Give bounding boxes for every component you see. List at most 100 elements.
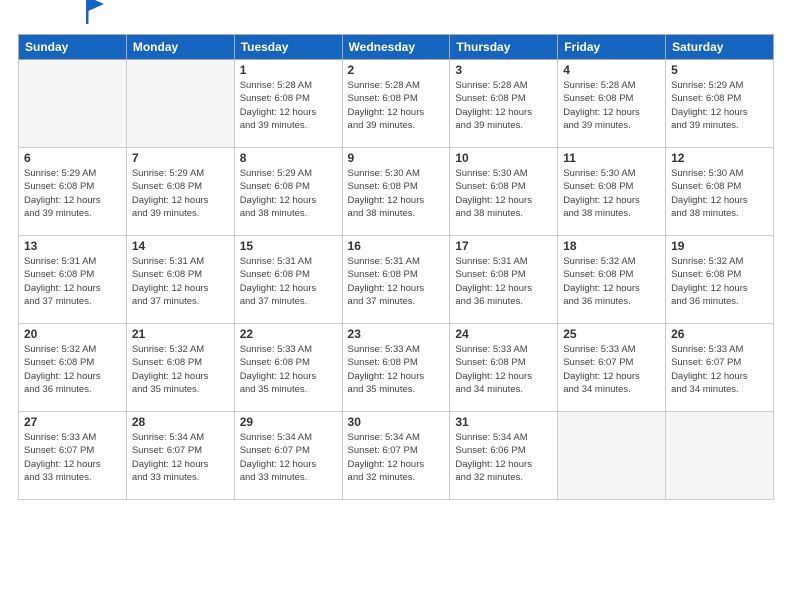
day-detail: Sunrise: 5:28 AMSunset: 6:08 PMDaylight:… <box>240 79 337 132</box>
calendar-cell: 7 Sunrise: 5:29 AMSunset: 6:08 PMDaylight… <box>126 148 234 236</box>
day-detail: Sunrise: 5:34 AMSunset: 6:06 PMDaylight:… <box>455 431 552 484</box>
weekday-header-friday: Friday <box>558 35 666 60</box>
day-number: 19 <box>671 239 768 253</box>
day-number: 3 <box>455 63 552 77</box>
calendar-cell: 1 Sunrise: 5:28 AMSunset: 6:08 PMDaylight… <box>234 60 342 148</box>
day-number: 14 <box>132 239 229 253</box>
day-detail: Sunrise: 5:33 AMSunset: 6:07 PMDaylight:… <box>671 343 768 396</box>
day-detail: Sunrise: 5:34 AMSunset: 6:07 PMDaylight:… <box>240 431 337 484</box>
day-detail: Sunrise: 5:28 AMSunset: 6:08 PMDaylight:… <box>563 79 660 132</box>
day-detail: Sunrise: 5:29 AMSunset: 6:08 PMDaylight:… <box>132 167 229 220</box>
calendar-table: SundayMondayTuesdayWednesdayThursdayFrid… <box>18 34 774 500</box>
day-detail: Sunrise: 5:32 AMSunset: 6:08 PMDaylight:… <box>132 343 229 396</box>
calendar-cell: 2 Sunrise: 5:28 AMSunset: 6:08 PMDaylight… <box>342 60 450 148</box>
calendar-week-1: 1 Sunrise: 5:28 AMSunset: 6:08 PMDaylight… <box>19 60 774 148</box>
day-detail: Sunrise: 5:30 AMSunset: 6:08 PMDaylight:… <box>455 167 552 220</box>
calendar-cell: 21 Sunrise: 5:32 AMSunset: 6:08 PMDayligh… <box>126 324 234 412</box>
calendar-cell: 15 Sunrise: 5:31 AMSunset: 6:08 PMDayligh… <box>234 236 342 324</box>
calendar-cell: 31 Sunrise: 5:34 AMSunset: 6:06 PMDayligh… <box>450 412 558 500</box>
calendar-week-3: 13Sunrise: 5:31 AMSunset: 6:08 PMDayligh… <box>19 236 774 324</box>
calendar-cell: 23 Sunrise: 5:33 AMSunset: 6:08 PMDayligh… <box>342 324 450 412</box>
day-number: 28 <box>132 415 229 429</box>
day-detail: Sunrise: 5:32 AMSunset: 6:08 PMDaylight:… <box>24 343 121 396</box>
day-number: 1 <box>240 63 337 77</box>
weekday-header-row: SundayMondayTuesdayWednesdayThursdayFrid… <box>19 35 774 60</box>
page: SundayMondayTuesdayWednesdayThursdayFrid… <box>0 0 792 612</box>
day-detail: Sunrise: 5:33 AMSunset: 6:07 PMDaylight:… <box>24 431 121 484</box>
day-detail: Sunrise: 5:34 AMSunset: 6:07 PMDaylight:… <box>132 431 229 484</box>
logo-icon <box>86 0 106 24</box>
day-detail: Sunrise: 5:33 AMSunset: 6:08 PMDaylight:… <box>455 343 552 396</box>
calendar-cell: 28 Sunrise: 5:34 AMSunset: 6:07 PMDayligh… <box>126 412 234 500</box>
calendar-cell: 4Sunrise: 5:28 AMSunset: 6:08 PMDaylight… <box>558 60 666 148</box>
calendar-week-4: 20 Sunrise: 5:32 AMSunset: 6:08 PMDayligh… <box>19 324 774 412</box>
day-number: 22 <box>240 327 337 341</box>
calendar-cell: 26 Sunrise: 5:33 AMSunset: 6:07 PMDayligh… <box>666 324 774 412</box>
day-number: 12 <box>671 151 768 165</box>
weekday-header-wednesday: Wednesday <box>342 35 450 60</box>
day-number: 17 <box>455 239 552 253</box>
calendar-cell: 22Sunrise: 5:33 AMSunset: 6:08 PMDayligh… <box>234 324 342 412</box>
day-detail: Sunrise: 5:32 AMSunset: 6:08 PMDaylight:… <box>671 255 768 308</box>
day-number: 5 <box>671 63 768 77</box>
day-number: 6 <box>24 151 121 165</box>
day-number: 27 <box>24 415 121 429</box>
day-number: 7 <box>132 151 229 165</box>
calendar-cell: 12Sunrise: 5:30 AMSunset: 6:08 PMDayligh… <box>666 148 774 236</box>
day-detail: Sunrise: 5:30 AMSunset: 6:08 PMDaylight:… <box>563 167 660 220</box>
day-number: 18 <box>563 239 660 253</box>
day-number: 29 <box>240 415 337 429</box>
calendar-cell <box>558 412 666 500</box>
calendar-cell: 16 Sunrise: 5:31 AMSunset: 6:08 PMDayligh… <box>342 236 450 324</box>
weekday-header-thursday: Thursday <box>450 35 558 60</box>
calendar-cell: 6 Sunrise: 5:29 AMSunset: 6:08 PMDaylight… <box>19 148 127 236</box>
day-detail: Sunrise: 5:31 AMSunset: 6:08 PMDaylight:… <box>455 255 552 308</box>
day-number: 31 <box>455 415 552 429</box>
header <box>18 18 774 24</box>
day-detail: Sunrise: 5:34 AMSunset: 6:07 PMDaylight:… <box>348 431 445 484</box>
day-number: 9 <box>348 151 445 165</box>
day-number: 11 <box>563 151 660 165</box>
day-detail: Sunrise: 5:30 AMSunset: 6:08 PMDaylight:… <box>348 167 445 220</box>
day-number: 26 <box>671 327 768 341</box>
day-detail: Sunrise: 5:31 AMSunset: 6:08 PMDaylight:… <box>348 255 445 308</box>
calendar-cell: 30 Sunrise: 5:34 AMSunset: 6:07 PMDayligh… <box>342 412 450 500</box>
day-number: 8 <box>240 151 337 165</box>
calendar-cell: 9 Sunrise: 5:30 AMSunset: 6:08 PMDaylight… <box>342 148 450 236</box>
day-number: 20 <box>24 327 121 341</box>
calendar-cell: 8 Sunrise: 5:29 AMSunset: 6:08 PMDaylight… <box>234 148 342 236</box>
day-number: 30 <box>348 415 445 429</box>
day-detail: Sunrise: 5:31 AMSunset: 6:08 PMDaylight:… <box>132 255 229 308</box>
calendar-cell: 27 Sunrise: 5:33 AMSunset: 6:07 PMDayligh… <box>19 412 127 500</box>
logo <box>18 18 106 24</box>
calendar-week-5: 27 Sunrise: 5:33 AMSunset: 6:07 PMDayligh… <box>19 412 774 500</box>
day-number: 10 <box>455 151 552 165</box>
calendar-cell <box>19 60 127 148</box>
day-number: 15 <box>240 239 337 253</box>
calendar-cell: 17 Sunrise: 5:31 AMSunset: 6:08 PMDayligh… <box>450 236 558 324</box>
day-detail: Sunrise: 5:33 AMSunset: 6:07 PMDaylight:… <box>563 343 660 396</box>
calendar-cell: 25 Sunrise: 5:33 AMSunset: 6:07 PMDayligh… <box>558 324 666 412</box>
day-detail: Sunrise: 5:31 AMSunset: 6:08 PMDaylight:… <box>24 255 121 308</box>
day-detail: Sunrise: 5:33 AMSunset: 6:08 PMDaylight:… <box>348 343 445 396</box>
weekday-header-tuesday: Tuesday <box>234 35 342 60</box>
day-number: 25 <box>563 327 660 341</box>
day-number: 21 <box>132 327 229 341</box>
day-detail: Sunrise: 5:28 AMSunset: 6:08 PMDaylight:… <box>455 79 552 132</box>
calendar-cell: 14 Sunrise: 5:31 AMSunset: 6:08 PMDayligh… <box>126 236 234 324</box>
calendar-cell: 24Sunrise: 5:33 AMSunset: 6:08 PMDayligh… <box>450 324 558 412</box>
calendar-cell: 10 Sunrise: 5:30 AMSunset: 6:08 PMDayligh… <box>450 148 558 236</box>
day-detail: Sunrise: 5:31 AMSunset: 6:08 PMDaylight:… <box>240 255 337 308</box>
day-number: 2 <box>348 63 445 77</box>
day-detail: Sunrise: 5:29 AMSunset: 6:08 PMDaylight:… <box>24 167 121 220</box>
calendar-cell <box>126 60 234 148</box>
calendar-cell: 3 Sunrise: 5:28 AMSunset: 6:08 PMDaylight… <box>450 60 558 148</box>
calendar-cell: 5Sunrise: 5:29 AMSunset: 6:08 PMDaylight… <box>666 60 774 148</box>
day-detail: Sunrise: 5:28 AMSunset: 6:08 PMDaylight:… <box>348 79 445 132</box>
day-number: 23 <box>348 327 445 341</box>
calendar-cell: 20 Sunrise: 5:32 AMSunset: 6:08 PMDayligh… <box>19 324 127 412</box>
day-number: 16 <box>348 239 445 253</box>
weekday-header-monday: Monday <box>126 35 234 60</box>
weekday-header-saturday: Saturday <box>666 35 774 60</box>
day-detail: Sunrise: 5:29 AMSunset: 6:08 PMDaylight:… <box>240 167 337 220</box>
